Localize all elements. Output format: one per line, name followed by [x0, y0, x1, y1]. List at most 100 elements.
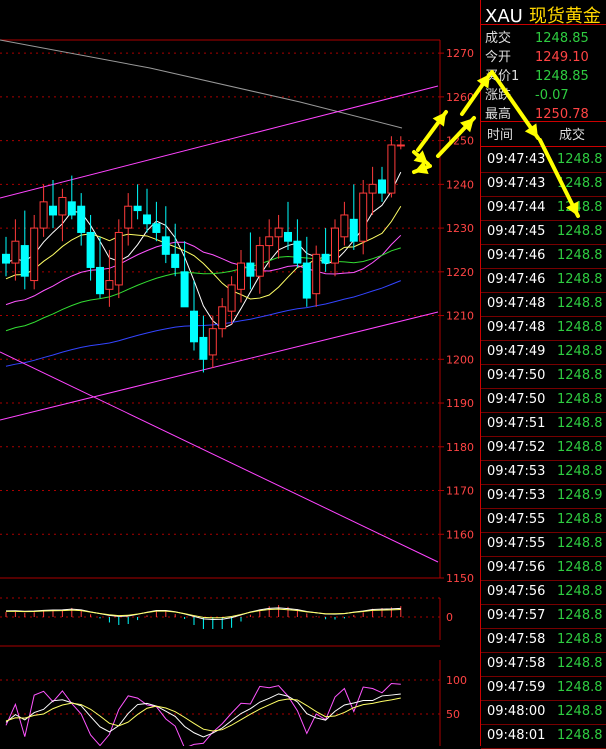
- quote-label: 最高: [485, 107, 512, 122]
- candle-body: [302, 262, 311, 299]
- candle: [77, 193, 86, 246]
- tick-time: 09:47:43: [487, 152, 546, 167]
- candle: [368, 166, 377, 215]
- candle: [218, 298, 227, 338]
- tick-time: 09:47:50: [487, 368, 546, 383]
- tick-price: 1248.8: [557, 584, 603, 599]
- dea-line: [5, 608, 401, 619]
- quote-row: 成交 1248.85: [485, 27, 589, 46]
- divider: [481, 146, 606, 147]
- tick-time: 09:47:45: [487, 224, 546, 239]
- tick-row: 09:47:44 1248.8: [481, 197, 606, 221]
- macd-tick-label: 0: [446, 611, 453, 624]
- candle: [2, 236, 10, 277]
- candle-body: [359, 192, 368, 242]
- tick-time: 09:47:55: [487, 536, 546, 551]
- candle-body: [246, 262, 255, 277]
- col-header-time: 时间: [487, 128, 514, 143]
- quote-label: 成交: [485, 31, 512, 46]
- candle-body: [20, 245, 29, 277]
- candle: [284, 201, 292, 250]
- candle: [302, 236, 311, 307]
- y-tick-label: 1180: [446, 441, 474, 454]
- tick-time: 09:48:01: [487, 728, 546, 743]
- candle-body: [58, 196, 67, 216]
- quote-row: 涨跌 -0.07: [485, 84, 569, 103]
- tick-price: 1248.8: [557, 392, 603, 407]
- quote-row: 今开 1249.10: [485, 46, 589, 65]
- candle: [396, 136, 405, 150]
- candle-body: [124, 205, 133, 229]
- tick-time: 09:47:57: [487, 608, 546, 623]
- tick-row: 09:47:55 1248.8: [481, 533, 606, 557]
- tick-time: 09:47:52: [487, 440, 546, 455]
- candle-body: [2, 253, 10, 264]
- candle-body: [293, 240, 302, 264]
- tick-time: 09:48:00: [487, 704, 546, 719]
- tick-time: 09:47:56: [487, 584, 546, 599]
- candle: [387, 136, 396, 198]
- candle-body: [67, 201, 76, 216]
- candle-body: [30, 227, 39, 282]
- tick-row: 09:47:57 1248.8: [481, 605, 606, 629]
- tick-price: 1248.8: [557, 608, 603, 623]
- candle: [20, 210, 29, 290]
- candle: [114, 219, 123, 299]
- kdj-tick-label: 100: [446, 674, 467, 687]
- y-tick-label: 1250: [446, 135, 474, 148]
- tick-row: 09:47:43 1248.8: [481, 173, 606, 197]
- tick-price: 1248.8: [557, 248, 603, 263]
- tick-row: 09:47:56 1248.8: [481, 581, 606, 605]
- tick-row: 09:47:58 1248.8: [481, 653, 606, 677]
- candle-body: [86, 231, 95, 268]
- candle: [143, 188, 151, 233]
- tick-price: 1248.8: [557, 464, 603, 479]
- candle-body: [208, 328, 217, 356]
- tick-time: 09:47:53: [487, 464, 546, 479]
- tick-time: 09:47:58: [487, 656, 546, 671]
- tick-row: 09:47:53 1248.9: [481, 485, 606, 509]
- y-tick-label: 1220: [446, 266, 474, 279]
- kdj-d-line: [5, 697, 401, 732]
- candle: [349, 184, 358, 250]
- candle-body: [11, 240, 20, 264]
- candle: [378, 166, 386, 202]
- tick-price: 1248.8: [557, 560, 603, 575]
- y-tick-label: 1150: [446, 572, 474, 585]
- candle-body: [180, 271, 189, 308]
- candle-body: [49, 205, 57, 216]
- y-tick-label: 1270: [446, 47, 474, 60]
- tick-row: 09:47:59 1248.8: [481, 677, 606, 701]
- tick-row: 09:47:46 1248.8: [481, 269, 606, 293]
- candle-body: [77, 205, 86, 233]
- candle-body: [387, 144, 396, 194]
- candle-body: [143, 214, 151, 225]
- y-tick-label: 1160: [446, 528, 474, 541]
- tick-price: 1248.8: [557, 680, 603, 695]
- tick-row: 09:47:52 1248.8: [481, 437, 606, 461]
- candle-body: [237, 262, 245, 290]
- candle-body: [199, 336, 208, 360]
- tick-price: 1248.9: [557, 488, 603, 503]
- tick-price: 1248.8: [557, 296, 603, 311]
- candle: [227, 276, 236, 325]
- candle: [321, 228, 330, 272]
- tick-price: 1248.8: [557, 656, 603, 671]
- macd-indicator: 0: [0, 597, 453, 647]
- kdj-k-line: [5, 693, 401, 738]
- tick-row: 09:48:00 1248.8: [481, 701, 606, 725]
- tick-price: 1248.8: [557, 272, 603, 287]
- quote-value: 1249.10: [535, 50, 589, 65]
- quote-row: 最高 1250.78: [485, 103, 589, 122]
- candle: [30, 214, 39, 290]
- tick-price: 1248.8: [557, 440, 603, 455]
- y-tick-label: 1200: [446, 353, 474, 366]
- candle-body: [340, 214, 349, 238]
- candle-body: [190, 310, 198, 343]
- tick-time: 09:47:58: [487, 632, 546, 647]
- candle-body: [349, 218, 358, 242]
- tick-row: 09:47:58 1248.8: [481, 629, 606, 653]
- tick-row: 09:47:43 1248.8: [481, 149, 606, 173]
- tick-time: 09:47:46: [487, 248, 546, 263]
- descending-line: [0, 351, 439, 563]
